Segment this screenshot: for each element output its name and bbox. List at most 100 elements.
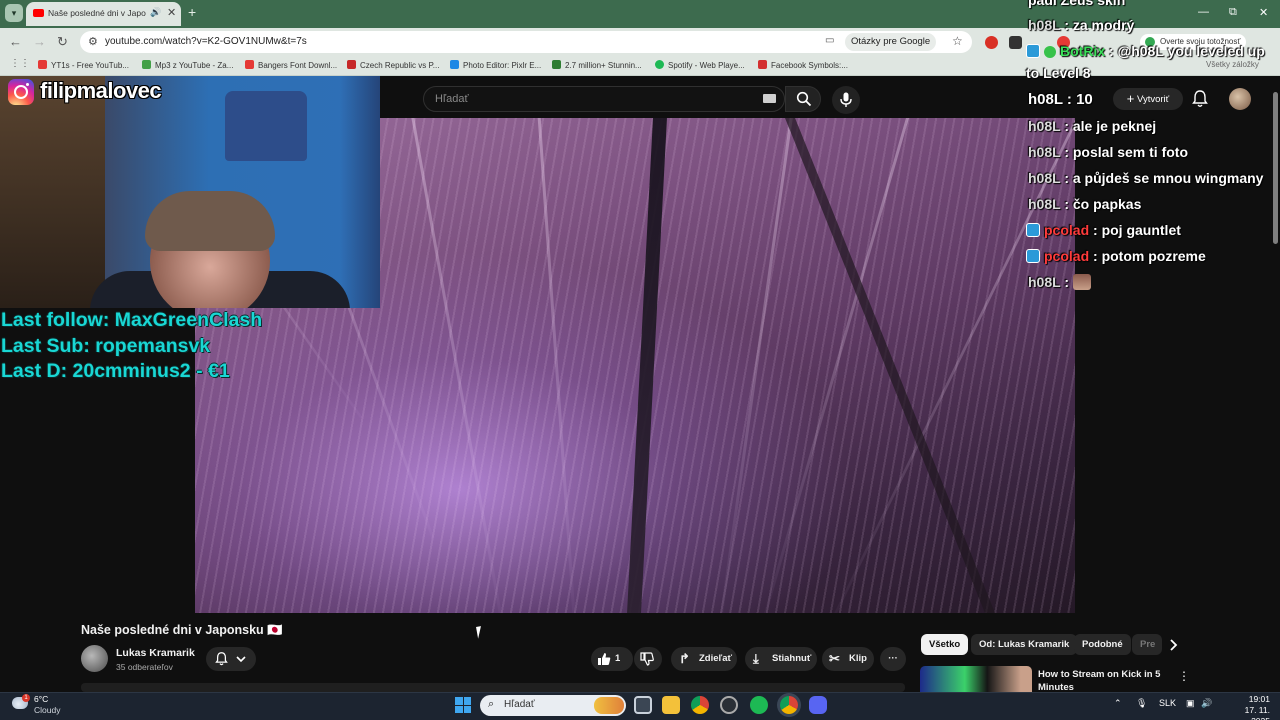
forward-icon[interactable]: → [33, 34, 46, 49]
bookmark-item[interactable]: Mp3 z YouTube - Za... [142, 60, 233, 70]
discord-icon[interactable] [809, 696, 827, 714]
bookmark-favicon-icon [347, 60, 356, 69]
chat-message-text: : a půjdeš se mnou wingmany [1060, 170, 1264, 186]
last-sub-text: Last Sub: ropemansvk [1, 335, 211, 357]
chip-all[interactable]: Všetko [921, 634, 969, 655]
chat-message: to Level 8 [1026, 65, 1091, 81]
youtube-search-input[interactable]: Hľadať [423, 86, 785, 112]
bookmark-item[interactable]: Photo Editor: Pixlr E... [450, 60, 541, 70]
create-button[interactable]: + Vytvoriť [1113, 88, 1183, 110]
bookmark-item[interactable]: Bangers Font Downl... [245, 60, 337, 70]
bookmark-favicon-icon [552, 60, 561, 69]
chat-username: BotRix [1060, 43, 1106, 59]
chip-from-channel[interactable]: Od: Lukas Kramarik [971, 634, 1078, 655]
chip-for-you[interactable]: Pre [1132, 634, 1162, 655]
system-clock[interactable]: 19:01 17. 11. 2025 [1226, 694, 1270, 720]
voice-search-button[interactable] [832, 86, 860, 114]
like-button[interactable]: 1 [591, 647, 633, 671]
back-icon[interactable]: ← [9, 34, 22, 49]
scrollbar-thumb[interactable] [1273, 92, 1278, 244]
search-icon [796, 91, 812, 107]
chat-message-text: padl Zeus skin [1028, 0, 1126, 8]
bookmark-star-icon[interactable]: ☆ [952, 34, 963, 48]
tray-overflow-icon[interactable]: ⌃ [1114, 698, 1122, 709]
bookmark-item[interactable]: Facebook Symbols:... [758, 60, 848, 70]
apps-grid-icon[interactable]: ⋮⋮ [10, 58, 30, 69]
keyboard-icon[interactable] [763, 94, 776, 103]
chat-message: pcolad : poj gauntlet [1026, 222, 1181, 238]
speaker-icon[interactable]: 🔊 [150, 7, 161, 18]
reload-icon[interactable]: ↻ [57, 34, 68, 50]
notifications-bell-icon[interactable] [1192, 90, 1208, 108]
weather-temperature[interactable]: 6°C [34, 694, 48, 704]
bookmark-item[interactable]: YT1s - Free YouTub... [38, 60, 129, 70]
extension-dark-icon[interactable] [1009, 36, 1022, 49]
site-info-icon[interactable]: ⚙ [88, 35, 98, 48]
more-actions-button[interactable]: ··· [880, 647, 906, 671]
taskbar-search-input[interactable]: ⌕ Hľadať [480, 695, 626, 716]
download-button[interactable]: ⤓ Stiahnuť [745, 647, 817, 671]
share-button[interactable]: ↱ Zdieľať [671, 647, 737, 671]
chat-message-text: : čo papkas [1060, 196, 1142, 212]
bookmark-favicon-icon [142, 60, 151, 69]
weather-description[interactable]: Cloudy [34, 705, 60, 715]
thumbs-down-icon [640, 652, 654, 666]
tab-close-icon[interactable]: ✕ [167, 6, 176, 19]
tray-microphone-icon[interactable]: 🎙 [1136, 698, 1147, 709]
google-lens-chip[interactable]: Otázky pre Google [845, 33, 937, 51]
recommendation-menu-icon[interactable]: ⋮ [1178, 669, 1190, 683]
account-avatar[interactable] [1229, 88, 1251, 110]
recommended-video-thumbnail[interactable] [920, 666, 1032, 692]
bookmark-item[interactable]: Czech Republic vs P... [347, 60, 439, 70]
chat-username: h08L [1028, 170, 1061, 186]
bookmark-item[interactable]: 2.7 million+ Stunnin... [552, 60, 642, 70]
spotify-icon[interactable] [750, 696, 768, 714]
tab-search-button[interactable]: ▾ [5, 4, 23, 22]
maximize-button[interactable]: ⧉ [1229, 6, 1237, 19]
network-icon[interactable]: ▣ [1186, 698, 1195, 709]
volume-icon[interactable]: 🔊 [1201, 698, 1212, 709]
minimize-button[interactable]: — [1198, 6, 1209, 18]
language-indicator[interactable]: SLK [1159, 698, 1176, 708]
dislike-button[interactable] [634, 647, 662, 671]
new-tab-button[interactable]: + [188, 4, 196, 20]
cast-icon[interactable]: ▭ [825, 35, 834, 46]
chevron-right-icon[interactable] [1168, 639, 1178, 651]
recommended-video-title[interactable]: How to Stream on Kick in 5 Minutes [1038, 668, 1168, 694]
extension-red-icon[interactable] [985, 36, 998, 49]
channel-avatar[interactable] [81, 645, 108, 672]
chrome-active-icon[interactable] [780, 696, 798, 714]
task-view-icon[interactable] [634, 696, 652, 714]
description-box[interactable] [81, 683, 905, 692]
subscribed-notifications-button[interactable] [206, 647, 256, 671]
chip-related[interactable]: Podobné [1074, 634, 1131, 655]
channel-name[interactable]: Lukas Kramarik [116, 647, 195, 659]
obs-icon[interactable] [720, 696, 738, 714]
last-donation-text: Last D: 20cmminus2 - €1 [1, 360, 230, 382]
youtube-search-button[interactable] [785, 86, 821, 112]
chrome-icon[interactable] [691, 696, 709, 714]
chat-message: h08L : ale je peknej [1028, 118, 1156, 134]
subscriber-count: 35 odberateľov [116, 662, 173, 672]
browser-tab-active[interactable]: Naše posledné dni v Japonsku 🔊 ✕ [26, 2, 181, 26]
all-bookmarks-link[interactable]: Všetky záložky [1206, 60, 1259, 69]
page-scrollbar[interactable] [1271, 80, 1280, 692]
chat-message: h08L : poslal sem ti foto [1028, 144, 1188, 160]
bot-badge-icon [1026, 44, 1040, 58]
chat-message: h08L : [1028, 274, 1091, 290]
clip-button[interactable]: ✂ Klip [822, 647, 874, 671]
bookmark-favicon-icon [245, 60, 254, 69]
bookmark-item[interactable]: Spotify - Web Playe... [655, 60, 745, 70]
window-close-button[interactable]: ✕ [1259, 6, 1268, 19]
last-follow-text: Last follow: MaxGreenClash [1, 309, 263, 331]
bookmark-label: YT1s - Free YouTub... [51, 61, 129, 70]
address-bar[interactable]: ⚙ youtube.com/watch?v=K2-GOV1NUMw&t=7s ▭… [80, 31, 972, 53]
bookmark-label: Spotify - Web Playe... [668, 61, 745, 70]
file-explorer-icon[interactable] [662, 696, 680, 714]
chat-message-text: : poslal sem ti foto [1060, 144, 1189, 160]
video-frame-detail [537, 118, 576, 613]
windows-start-icon[interactable] [455, 697, 471, 713]
video-frame-detail [785, 118, 995, 613]
chat-username: h08L [1028, 91, 1063, 108]
like-count: 1 [615, 653, 621, 664]
